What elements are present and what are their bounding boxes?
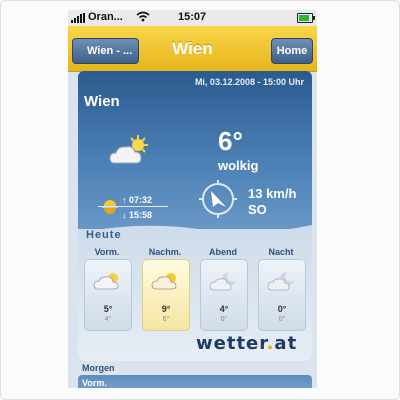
carrier-name: Oran... xyxy=(88,11,123,23)
partly-cloudy-icon xyxy=(109,135,148,164)
moon-cloud-icon xyxy=(209,272,236,291)
period-tile-vorm[interactable]: 5° 4° xyxy=(84,259,132,331)
period-temp: 0° xyxy=(277,304,287,314)
brand-logo[interactable]: wetter.at xyxy=(196,333,297,354)
period-label: Vorm. xyxy=(94,247,120,257)
moon-cloud-icon xyxy=(267,272,294,291)
period-label: Abend xyxy=(209,247,237,257)
period-secondary-temp: 4° xyxy=(104,316,112,323)
forecast-datetime: Mi, 03.12.2008 - 15:00 Uhr xyxy=(194,77,304,87)
tomorrow-period-label: Vorm. xyxy=(82,378,107,388)
signal-icon xyxy=(71,13,85,23)
sunrise-time: ↑ 07:32 xyxy=(122,195,153,205)
brand-name: wetter xyxy=(196,333,267,354)
period-label: Nacht xyxy=(268,247,294,257)
status-time: 15:07 xyxy=(178,11,207,23)
home-button[interactable]: Home xyxy=(271,38,313,64)
tomorrow-label: Morgen xyxy=(82,363,115,373)
period-tile-nachm[interactable]: 9° 6° xyxy=(142,259,190,331)
partly-cloudy-icon xyxy=(93,273,119,290)
current-temperature: 6° xyxy=(218,126,243,156)
battery-icon xyxy=(297,13,315,23)
weather-card: Mi, 03.12.2008 - 15:00 Uhr Wien 6° wolki… xyxy=(78,71,312,361)
sun-divider xyxy=(98,206,168,207)
partly-cloudy-icon xyxy=(151,273,177,290)
period-secondary-temp: 0° xyxy=(278,316,286,323)
current-condition: wolkig xyxy=(218,158,259,173)
period-temp: 9° xyxy=(161,304,171,314)
sunrise-sunset-icon xyxy=(102,200,118,214)
period-secondary-temp: 6° xyxy=(162,316,170,323)
phone-screen: Oran... 15:07 Wien - ... Wien Home Mi, 0… xyxy=(68,10,317,388)
wind-compass-icon xyxy=(199,180,237,218)
status-bar: Oran... 15:07 xyxy=(68,10,317,26)
city-name: Wien xyxy=(84,93,120,110)
wifi-icon xyxy=(136,11,150,26)
period-label: Nachm. xyxy=(148,247,182,257)
tomorrow-panel xyxy=(78,375,312,388)
today-label: Heute xyxy=(86,229,122,241)
period-secondary-temp: 0° xyxy=(220,316,228,323)
brand-tld: at xyxy=(274,333,298,354)
wind-direction: SO xyxy=(248,202,267,217)
period-temp: 5° xyxy=(103,304,113,314)
wind-speed: 13 km/h xyxy=(248,186,297,201)
period-tile-nacht[interactable]: 0° 0° xyxy=(258,259,306,331)
period-tile-abend[interactable]: 4° 0° xyxy=(200,259,248,331)
period-temp: 4° xyxy=(219,304,229,314)
navigation-bar: Wien - ... Wien Home xyxy=(68,26,317,72)
